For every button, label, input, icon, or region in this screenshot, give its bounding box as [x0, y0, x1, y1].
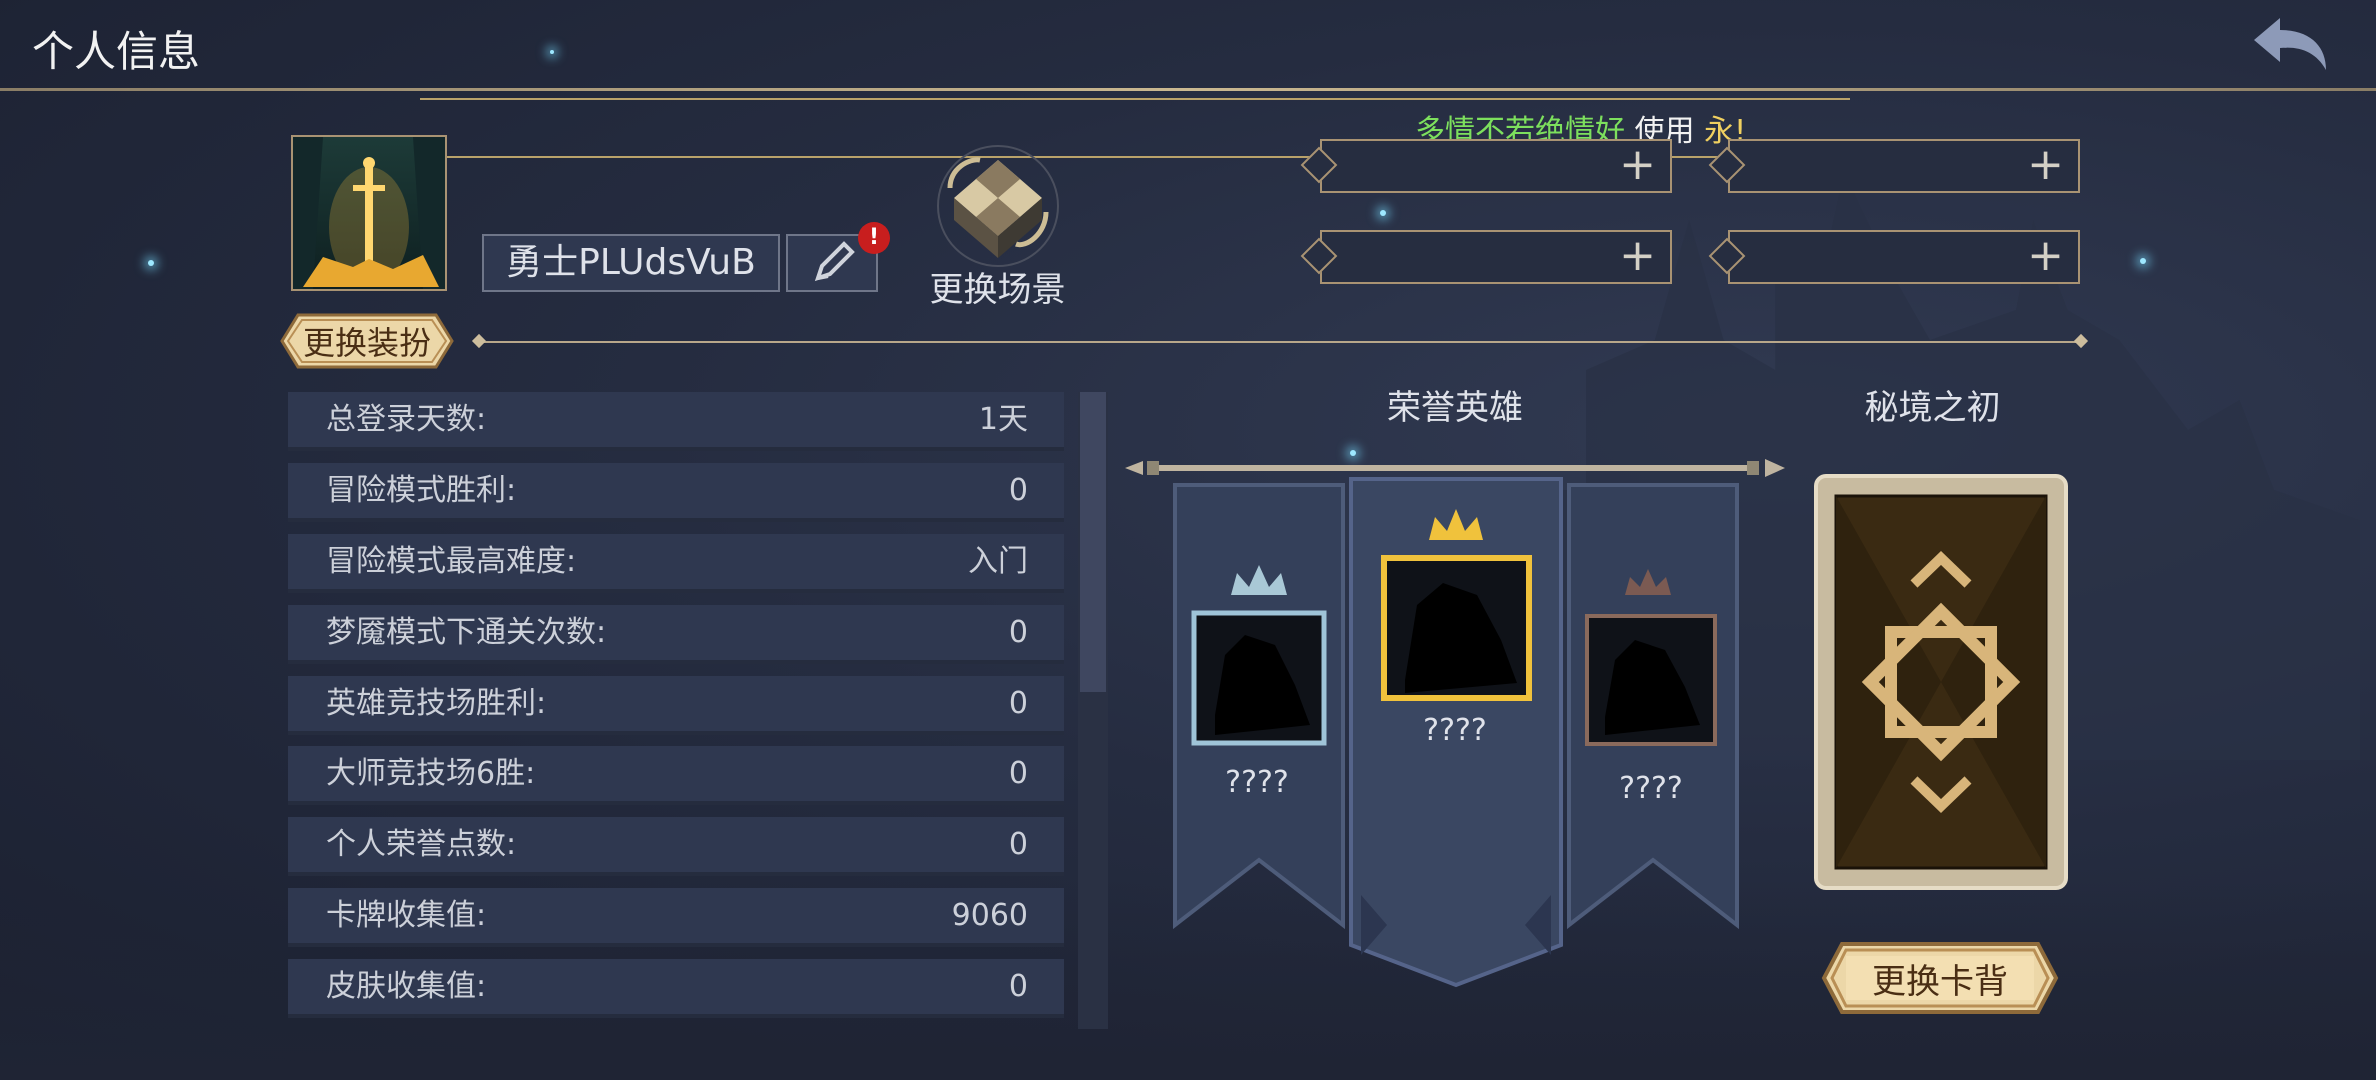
header-divider [0, 88, 2376, 91]
stat-row: 梦魇模式下通关次数: 0 [288, 605, 1064, 664]
stat-row: 冒险模式胜利: 0 [288, 463, 1064, 522]
stat-label: 梦魇模式下通关次数: [326, 615, 607, 650]
equip-slot-4[interactable]: + [1708, 230, 2080, 284]
slot-diamond-icon [1300, 237, 1338, 275]
change-card-back-button[interactable]: 更换卡背 [1820, 940, 2060, 1016]
stat-label: 卡牌收集值: [326, 898, 487, 933]
stat-row: 大师竞技场6胜: 0 [288, 746, 1064, 805]
stat-value: 入门 [968, 544, 1028, 579]
slot-diamond-icon [1708, 237, 1746, 275]
stat-row: 个人荣誉点数: 0 [288, 817, 1064, 876]
equip-slot-3[interactable]: + [1300, 230, 1672, 284]
stat-label: 英雄竞技场胜利: [326, 686, 547, 721]
back-button[interactable] [2250, 14, 2334, 74]
plus-icon: + [1619, 139, 1656, 190]
star [2140, 258, 2146, 264]
equip-slot-1[interactable]: + [1300, 139, 1672, 193]
stat-value: 9060 [951, 898, 1028, 933]
player-name: 勇士PLUdsVuB [482, 234, 780, 292]
stat-value: 0 [1008, 969, 1028, 1004]
stat-label: 皮肤收集值: [326, 969, 487, 1004]
avatar[interactable] [291, 135, 447, 291]
change-outfit-button[interactable]: 更换装扮 [278, 313, 456, 369]
stat-value: 0 [1008, 615, 1028, 650]
stat-row: 冒险模式最高难度: 入门 [288, 534, 1064, 593]
stat-row: 皮肤收集值: 0 [288, 959, 1064, 1018]
notification-badge: ! [858, 222, 890, 254]
stat-label: 冒险模式最高难度: [326, 544, 577, 579]
star [550, 50, 554, 54]
card-back-title: 秘境之初 [1864, 388, 2001, 428]
stat-value: 1天 [978, 402, 1028, 437]
hero-name-bronze: ???? [1619, 771, 1683, 806]
card-back-preview[interactable] [1814, 474, 2068, 890]
outfit-divider [478, 341, 2082, 343]
stat-label: 大师竞技场6胜: [326, 756, 536, 791]
page-title: 个人信息 [32, 27, 201, 76]
stat-row: 英雄竞技场胜利: 0 [288, 676, 1064, 735]
stat-value: 0 [1008, 686, 1028, 721]
change-scene-label: 更换场景 [929, 270, 1066, 310]
plus-icon: + [2027, 230, 2064, 281]
stat-value: 0 [1008, 473, 1028, 508]
stat-value: 0 [1008, 756, 1028, 791]
equip-slot-2[interactable]: + [1708, 139, 2080, 193]
change-card-back-label: 更换卡背 [1872, 961, 2008, 1002]
honor-heroes-title: 荣誉英雄 [1387, 388, 1523, 428]
back-arrow-icon [2254, 18, 2326, 70]
change-scene-button[interactable] [920, 138, 1070, 268]
hero-name-silver: ???? [1225, 765, 1289, 800]
stats-scrollbar-thumb[interactable] [1080, 392, 1106, 692]
plus-icon: + [1619, 230, 1656, 281]
hero-name-gold: ???? [1423, 713, 1487, 748]
stat-label: 总登录天数: [326, 402, 487, 437]
stat-row: 卡牌收集值: 9060 [288, 888, 1064, 947]
star [148, 260, 154, 266]
stat-label: 个人荣誉点数: [326, 827, 517, 862]
chessboard-icon [937, 145, 1059, 267]
plus-icon: + [2027, 139, 2064, 190]
stat-label: 冒险模式胜利: [326, 473, 517, 508]
change-outfit-label: 更换装扮 [302, 324, 431, 362]
stat-row: 总登录天数: 1天 [288, 392, 1064, 451]
stat-value: 0 [1008, 827, 1028, 862]
sword-avatar-icon [293, 137, 445, 289]
star [1380, 210, 1386, 216]
card-back-icon [1814, 474, 2068, 890]
